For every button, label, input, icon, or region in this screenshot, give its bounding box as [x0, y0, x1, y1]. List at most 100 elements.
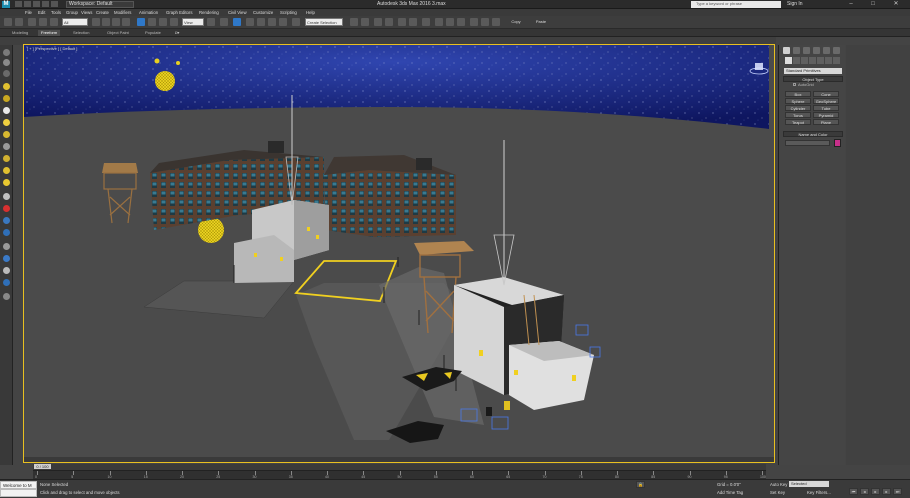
render-production-icon[interactable] — [457, 18, 465, 26]
curve-editor-icon[interactable] — [398, 18, 406, 26]
teapot-button[interactable]: Teapot — [785, 119, 811, 125]
lights-icon[interactable] — [801, 57, 808, 64]
light-sphere-helper[interactable] — [155, 71, 175, 91]
tab-object-paint[interactable]: Object Paint — [104, 30, 132, 36]
spacewarp-icon[interactable] — [3, 155, 10, 162]
select-object-icon[interactable] — [92, 18, 100, 26]
bind-spacewarp-icon[interactable] — [50, 18, 58, 26]
placement-icon[interactable] — [170, 18, 178, 26]
select-rotate-icon[interactable] — [148, 18, 156, 26]
viewport-label[interactable]: [ + ] [Perspective ] [ Default ] — [27, 46, 77, 51]
object-color-swatch[interactable] — [834, 139, 841, 147]
menu-file[interactable]: File — [25, 10, 32, 15]
minimize-icon[interactable]: – — [840, 0, 862, 9]
named-selection-set-dropdown[interactable]: Create Selection Set — [305, 18, 343, 32]
menu-graph-editors[interactable]: Graph Editors — [166, 10, 193, 15]
menu-scripting[interactable]: Scripting — [280, 10, 297, 15]
modify-tab-icon[interactable] — [793, 47, 800, 54]
keyboard-shortcut-override-icon[interactable] — [233, 18, 241, 26]
save-file-icon[interactable] — [33, 1, 40, 7]
a360-gallery-icon[interactable] — [481, 18, 489, 26]
material-editor-icon[interactable] — [422, 18, 430, 26]
modify-icon[interactable] — [3, 59, 10, 66]
snaps-toggle-icon[interactable] — [246, 18, 254, 26]
pyramid-button[interactable]: Pyramid — [813, 112, 839, 118]
autogrid-checkbox[interactable]: AutoGrid — [793, 82, 814, 87]
time-slider[interactable]: 0 / 100 — [34, 464, 51, 469]
a360-render-icon[interactable] — [470, 18, 478, 26]
rectangular-selection-icon[interactable] — [112, 18, 120, 26]
shape-icon[interactable] — [3, 143, 10, 150]
play-icon[interactable]: ▸ — [871, 488, 880, 495]
layers-icon[interactable] — [3, 243, 10, 250]
category-dropdown[interactable]: Standard Primitives — [784, 68, 842, 74]
menu-civil-view[interactable]: Civil View — [228, 10, 247, 15]
tube-button[interactable]: Tube — [813, 105, 839, 111]
sphere-icon[interactable] — [3, 107, 10, 114]
set-key-label[interactable]: Set Key — [770, 490, 785, 495]
record-icon[interactable] — [3, 205, 10, 212]
mirror-icon[interactable] — [350, 18, 358, 26]
menu-animation[interactable]: Animation — [139, 10, 158, 15]
create-tab-icon[interactable] — [783, 47, 790, 54]
maxscript-output[interactable] — [0, 489, 37, 497]
select-move-icon[interactable] — [137, 18, 145, 26]
camera-icon[interactable] — [3, 95, 10, 102]
civil-view-icon[interactable] — [492, 18, 500, 26]
search-input[interactable]: Type a keyword or phrase — [691, 1, 781, 8]
select-by-name-icon[interactable] — [102, 18, 110, 26]
toggle-ribbon-icon[interactable] — [385, 18, 393, 26]
sphere-button[interactable]: Sphere — [785, 98, 811, 104]
close-icon[interactable]: ✕ — [885, 0, 907, 9]
snap-icon[interactable] — [3, 193, 10, 200]
window-crossing-icon[interactable] — [122, 18, 130, 26]
percent-snap-icon[interactable] — [268, 18, 276, 26]
select-scale-icon[interactable] — [159, 18, 167, 26]
menu-rendering[interactable]: Rendering — [199, 10, 219, 15]
edit-named-selection-icon[interactable] — [292, 18, 300, 26]
shapes-icon[interactable] — [793, 57, 800, 64]
tab-modeling[interactable]: Modeling — [9, 30, 31, 36]
sun-icon[interactable] — [3, 119, 10, 126]
next-frame-icon[interactable]: ▸ — [882, 488, 891, 495]
menu-edit[interactable]: Edit — [38, 10, 45, 15]
target-icon[interactable] — [3, 179, 10, 186]
cameras-icon[interactable] — [809, 57, 816, 64]
rendered-frame-window-icon[interactable] — [446, 18, 454, 26]
torus-button[interactable]: Torus — [785, 112, 811, 118]
key-mode-dropdown[interactable]: Selected — [789, 481, 829, 487]
pivot-center-icon[interactable] — [207, 18, 215, 26]
name-and-color-rollout[interactable]: Name and Color — [783, 131, 843, 137]
copy-button[interactable]: Copy — [508, 18, 524, 26]
app-logo-icon[interactable]: M — [2, 1, 10, 8]
space-warps-icon[interactable] — [825, 57, 832, 64]
unlink-icon[interactable] — [39, 18, 47, 26]
plane-button[interactable]: Plane — [813, 119, 839, 125]
go-to-start-icon[interactable]: ⏮ — [849, 488, 858, 495]
tab-selection[interactable]: Selection — [70, 30, 92, 36]
hierarchy-icon[interactable] — [3, 70, 10, 77]
auto-key-label[interactable]: Auto Key — [770, 482, 787, 487]
sign-in-link[interactable]: Sign In — [787, 1, 803, 7]
spinner-snap-icon[interactable] — [279, 18, 287, 26]
track-bar[interactable]: 0 5 10 15 20 25 30 35 40 45 50 55 60 65 70 75 80 85 90 95 10… — [33, 470, 766, 479]
reference-coordinate-dropdown[interactable]: View — [182, 18, 204, 26]
link-icon[interactable] — [28, 18, 36, 26]
grid-icon[interactable] — [3, 217, 10, 224]
motion-tab-icon[interactable] — [813, 47, 820, 54]
schematic-view-icon[interactable] — [409, 18, 417, 26]
menu-views[interactable]: Views — [81, 10, 92, 15]
render-setup-icon[interactable] — [435, 18, 443, 26]
hierarchy-tab-icon[interactable] — [803, 47, 810, 54]
go-to-end-icon[interactable]: ⏭ — [893, 488, 902, 495]
menu-group[interactable]: Group — [66, 10, 78, 15]
undo-icon[interactable] — [42, 1, 49, 7]
lock-selection-icon[interactable]: 🔒 — [636, 481, 645, 488]
selection-filter-dropdown[interactable]: All — [62, 18, 88, 26]
globe-icon[interactable] — [3, 229, 10, 236]
key-filters-button[interactable]: Key Filters... — [807, 490, 831, 495]
geometry-icon[interactable] — [785, 57, 792, 64]
new-file-icon[interactable] — [15, 1, 22, 7]
previous-frame-icon[interactable]: ◂ — [860, 488, 869, 495]
perspective-viewport[interactable]: [ + ] [Perspective ] [ Default ] — [23, 44, 775, 463]
